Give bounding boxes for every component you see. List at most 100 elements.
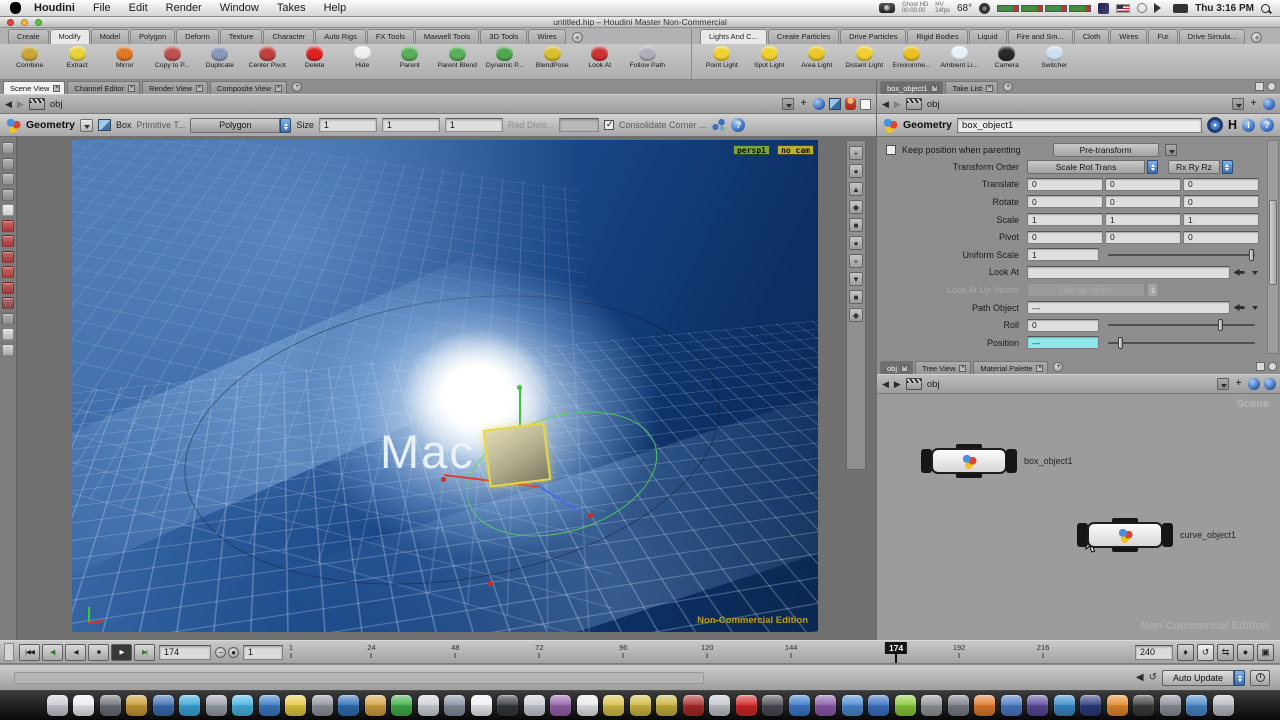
- auto-update-dropdown[interactable]: Auto Update: [1162, 670, 1234, 686]
- tab-close-icon[interactable]: ×: [196, 85, 203, 92]
- tool-dynamic-p[interactable]: Dynamic P...: [481, 45, 529, 69]
- view-control-icon[interactable]: ■: [849, 290, 863, 304]
- scrollbar-thumb[interactable]: [1269, 200, 1277, 285]
- tab-close-icon[interactable]: ×: [1036, 365, 1043, 372]
- dock-app-icon[interactable]: [603, 695, 624, 716]
- shelf-tab-maxwell-tools[interactable]: Maxwell Tools: [415, 29, 480, 44]
- path-forward-icon[interactable]: ▶: [894, 379, 901, 390]
- keep-position-checkbox[interactable]: [886, 145, 896, 155]
- path-dropdown-icon[interactable]: [1217, 378, 1229, 390]
- view-control-icon[interactable]: ▼: [849, 272, 863, 286]
- param-field[interactable]: 1: [1027, 248, 1099, 261]
- spinner-icon[interactable]: [1147, 160, 1158, 174]
- tool-distant-light[interactable]: Distant Light: [841, 45, 889, 69]
- viewport-tool-icon[interactable]: [2, 220, 14, 232]
- view-control-icon[interactable]: ◆: [849, 308, 863, 322]
- tab-close-icon[interactable]: ×: [901, 365, 908, 372]
- dock-app-icon[interactable]: [1160, 695, 1181, 716]
- param-field[interactable]: 0: [1183, 195, 1259, 208]
- shelf-tab-liquid[interactable]: Liquid: [969, 29, 1007, 44]
- dock-app-icon[interactable]: [683, 695, 704, 716]
- globe-icon[interactable]: [813, 98, 825, 110]
- shelf-tab-polygon[interactable]: Polygon: [130, 29, 175, 44]
- dock-app-icon[interactable]: [1054, 695, 1075, 716]
- playbar-options-icon[interactable]: ▣: [1257, 644, 1274, 661]
- path-forward-icon[interactable]: ▶: [17, 99, 24, 110]
- frame-increment-button[interactable]: ●: [228, 647, 239, 658]
- view-control-icon[interactable]: ▲: [849, 182, 863, 196]
- shelf-tab-drive-simula[interactable]: Drive Simula...: [1179, 29, 1246, 44]
- slider-handle[interactable]: [1118, 337, 1123, 349]
- spinner-icon[interactable]: [280, 118, 291, 133]
- select-node-icon[interactable]: [1207, 117, 1223, 133]
- dock-app-icon[interactable]: [73, 695, 94, 716]
- tab-close-icon[interactable]: ×: [275, 85, 282, 92]
- help-icon[interactable]: ?: [1260, 118, 1274, 132]
- dock-app-icon[interactable]: [126, 695, 147, 716]
- path-dropdown-icon[interactable]: [782, 98, 794, 110]
- frame-decrement-button[interactable]: −: [215, 647, 226, 658]
- node-name-field[interactable]: box_object1: [957, 118, 1202, 133]
- op-select-icon[interactable]: [1248, 302, 1262, 313]
- dock-app-icon[interactable]: [656, 695, 677, 716]
- memory-monitor-icon[interactable]: [1250, 670, 1270, 686]
- param-field[interactable]: 0: [1183, 231, 1259, 244]
- dock-app-icon[interactable]: [391, 695, 412, 716]
- cube-display-icon[interactable]: [829, 98, 841, 110]
- viewport-tool-icon[interactable]: [2, 158, 14, 170]
- op-jump-icon[interactable]: [1232, 302, 1246, 313]
- dock-app-icon[interactable]: [259, 695, 280, 716]
- pane-maximize-icon[interactable]: [1256, 362, 1265, 371]
- tab-channel-editor[interactable]: Channel Editor×: [67, 81, 140, 94]
- shelf-tab-wires[interactable]: Wires: [528, 29, 565, 44]
- menu-file[interactable]: File: [93, 2, 111, 14]
- trash-icon[interactable]: [1213, 695, 1234, 716]
- view-control-icon[interactable]: ●: [849, 164, 863, 178]
- tab-close-icon[interactable]: ×: [128, 85, 135, 92]
- dock-app-icon[interactable]: [577, 695, 598, 716]
- loop-toggle-icon[interactable]: ⇆: [1217, 644, 1234, 661]
- dock-app-icon[interactable]: [179, 695, 200, 716]
- tool-dropdown-icon[interactable]: [80, 119, 93, 132]
- dock-app-icon[interactable]: [1080, 695, 1101, 716]
- dock-app-icon[interactable]: [630, 695, 651, 716]
- dock-app-icon[interactable]: [444, 695, 465, 716]
- param-dropdown-rx-ry-rz[interactable]: Rx Ry Rz: [1168, 160, 1220, 174]
- param-field[interactable]: 0: [1105, 195, 1181, 208]
- viewport-tool-icon[interactable]: [2, 189, 14, 201]
- tool-copy-to-p[interactable]: Copy to P...: [149, 45, 197, 69]
- pane-maximize-icon[interactable]: [1255, 82, 1264, 91]
- reverse-frame-button[interactable]: ◀|: [42, 644, 63, 661]
- h-button[interactable]: H: [1228, 118, 1237, 132]
- menu-help[interactable]: Help: [324, 2, 347, 14]
- tool-camera[interactable]: Camera: [983, 45, 1031, 69]
- viewport-tool-icon[interactable]: [2, 282, 14, 294]
- dock-app-icon[interactable]: [868, 695, 889, 716]
- path-back-icon[interactable]: ◀: [5, 99, 12, 110]
- dock-app-icon[interactable]: [285, 695, 306, 716]
- audio-toggle-icon[interactable]: ●: [1237, 644, 1254, 661]
- tab-close-icon[interactable]: ×: [53, 85, 60, 92]
- gear-icon[interactable]: [979, 3, 990, 14]
- tool-parent-blend[interactable]: Parent Blend: [434, 45, 482, 69]
- param-field[interactable]: 0: [1027, 231, 1103, 244]
- menu-takes[interactable]: Takes: [277, 2, 306, 14]
- add-pane-tab-button[interactable]: +: [1003, 82, 1013, 92]
- node-body[interactable]: [931, 448, 1007, 474]
- param-field[interactable]: 1: [1027, 213, 1103, 226]
- spaces-icon[interactable]: [1098, 3, 1109, 14]
- path-text[interactable]: obj: [50, 99, 63, 110]
- path-text[interactable]: obj: [927, 379, 940, 390]
- parameter-scrollbar[interactable]: [1267, 140, 1279, 354]
- shelf-tab-texture[interactable]: Texture: [220, 29, 263, 44]
- frame-ruler[interactable]: 124487296120144192216174: [291, 641, 1127, 663]
- tool-ambient-li[interactable]: Ambient Li...: [936, 45, 984, 69]
- dock-app-icon[interactable]: [842, 695, 863, 716]
- add-shelf-tab-button[interactable]: +: [1251, 32, 1262, 43]
- shelf-tab-fire-and-sm[interactable]: Fire and Sm...: [1008, 29, 1073, 44]
- param-field[interactable]: 1: [1105, 213, 1181, 226]
- help-icon[interactable]: ?: [731, 118, 745, 132]
- view-control-icon[interactable]: ●: [849, 236, 863, 250]
- menu-window[interactable]: Window: [220, 2, 259, 14]
- dock-app-icon[interactable]: [1027, 695, 1048, 716]
